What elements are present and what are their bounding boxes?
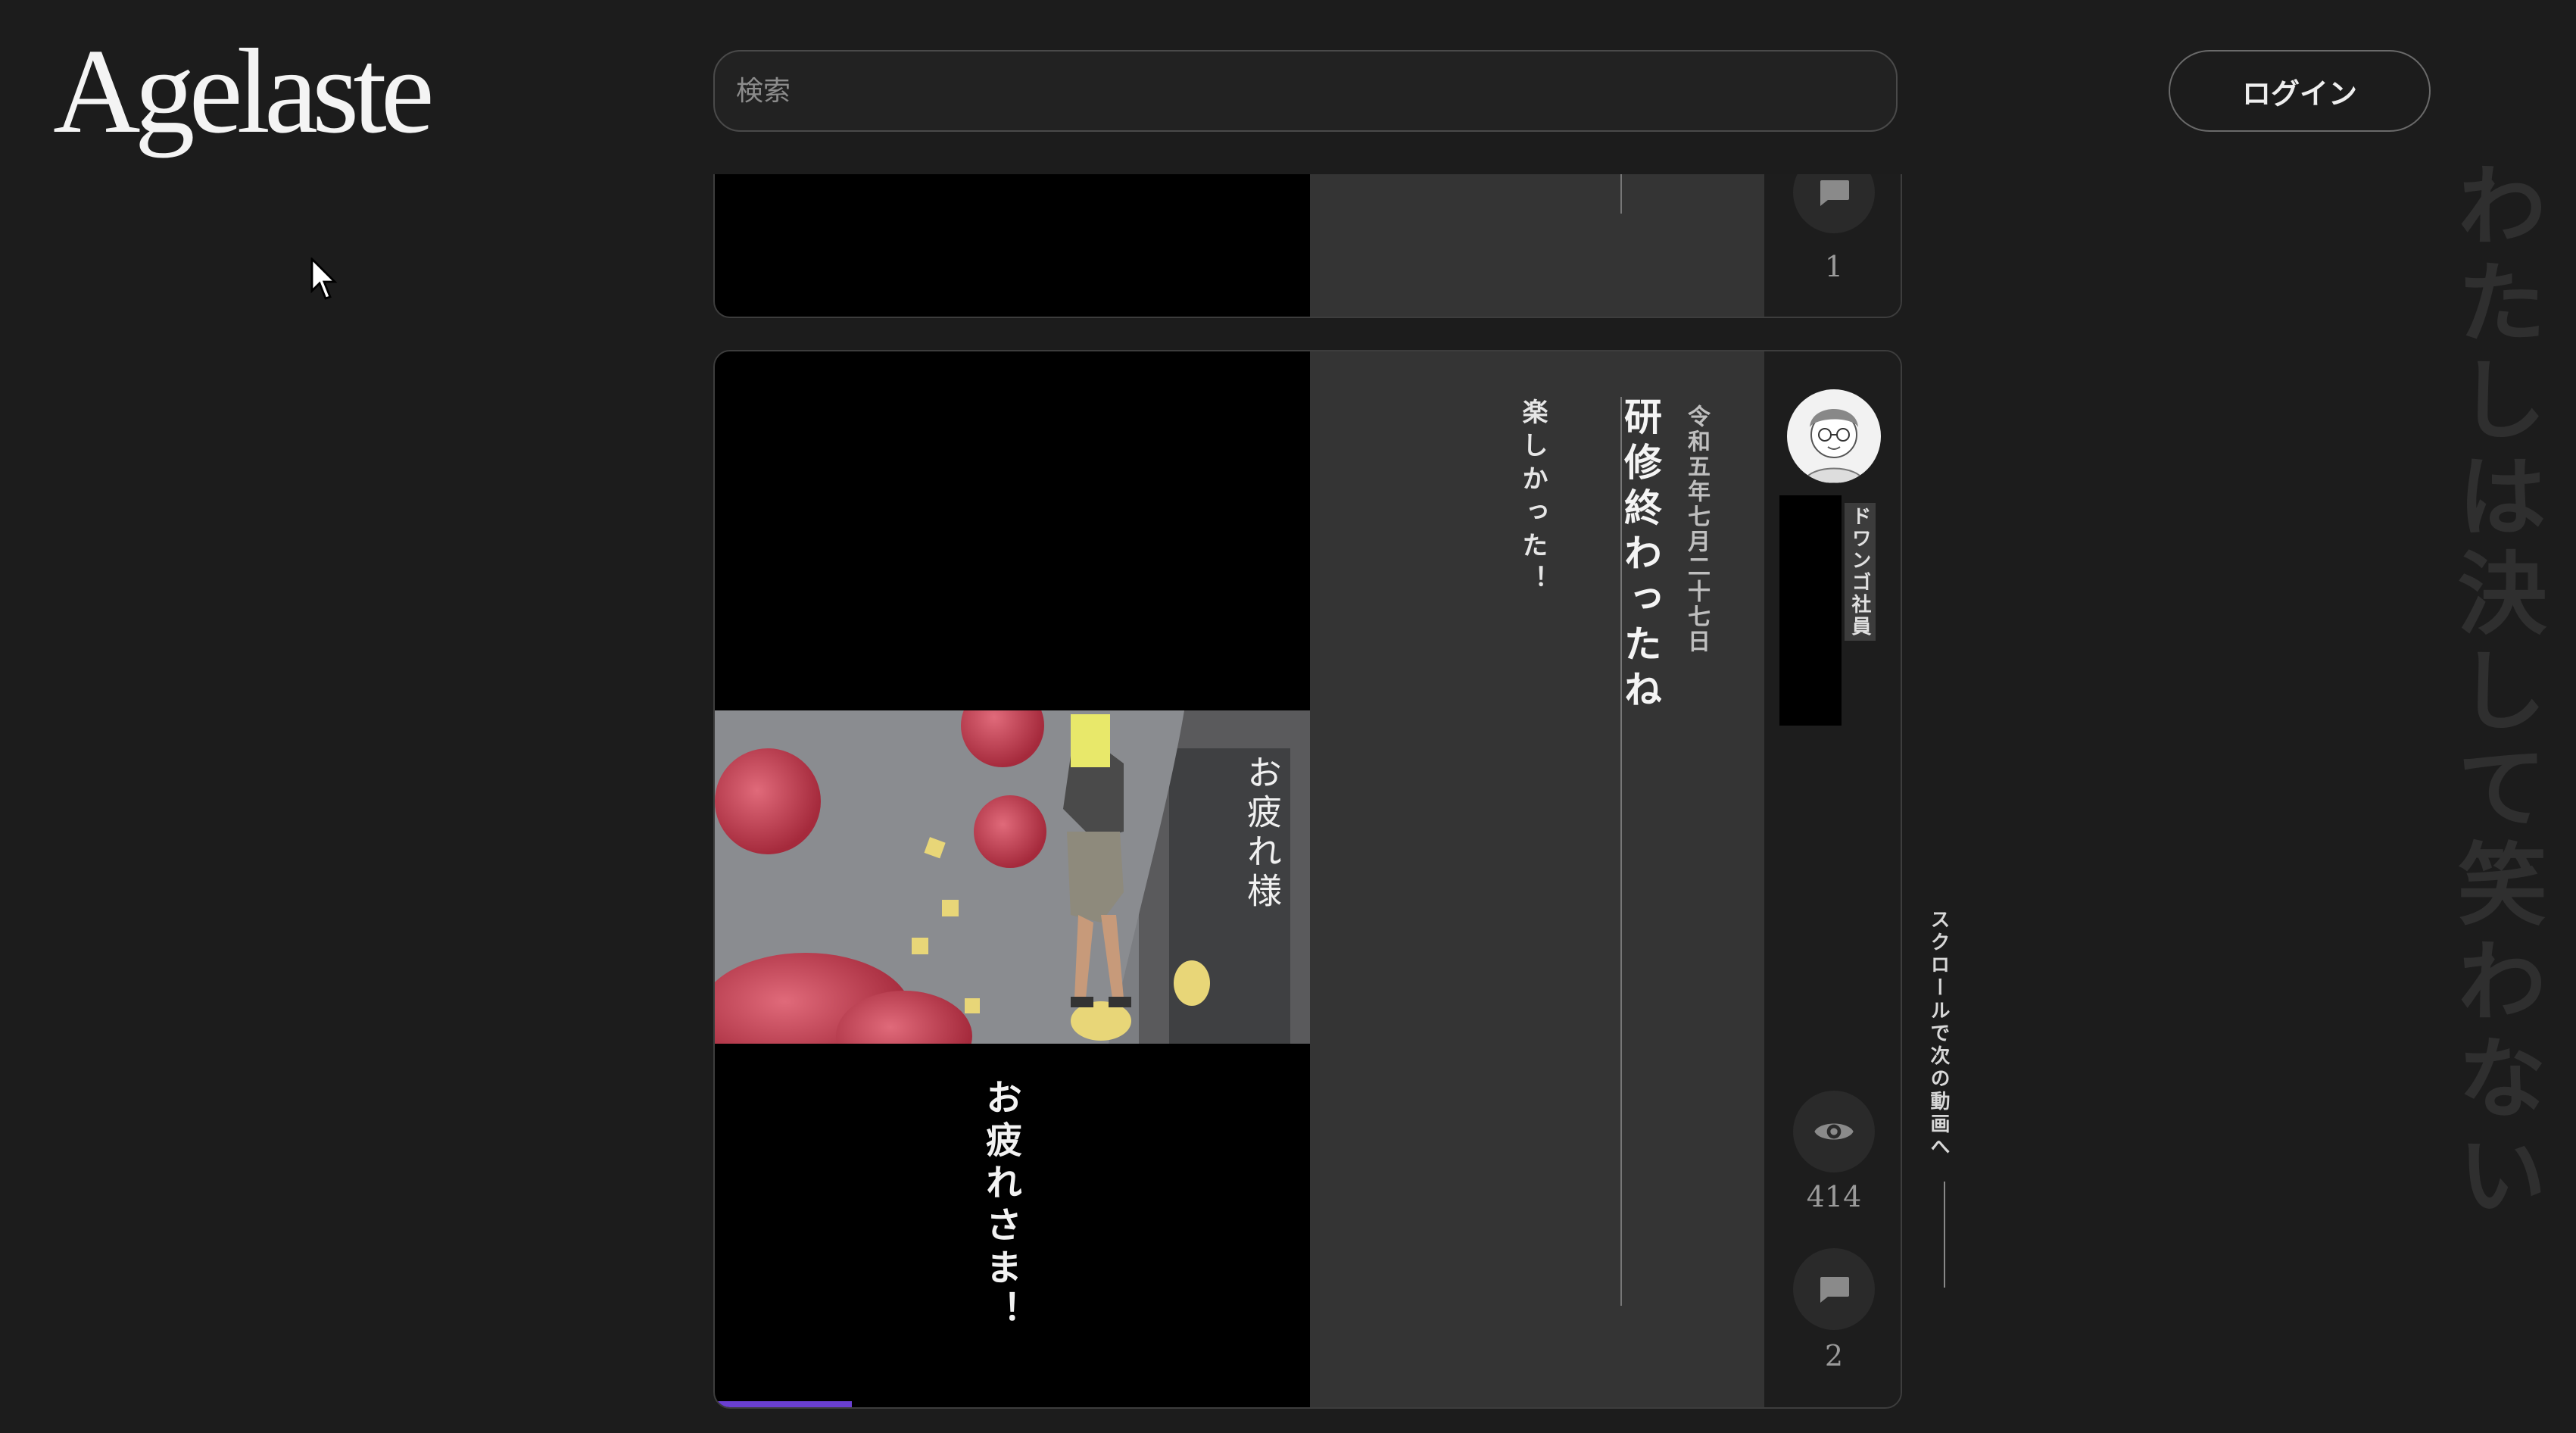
divider	[1620, 174, 1622, 214]
prev-post-card[interactable]: 1	[713, 174, 1902, 318]
view-count: 414	[1806, 1180, 1862, 1213]
post-body: 楽しかった！	[1517, 398, 1548, 598]
prev-video[interactable]	[715, 174, 1310, 317]
prev-side-actions: 1	[1764, 174, 1901, 317]
tagline: わたしは決して笑わない	[2442, 159, 2547, 1225]
site-logo[interactable]: Agelaste	[53, 30, 435, 151]
comment-icon	[1820, 180, 1849, 206]
video-progress-bar[interactable]	[715, 1401, 852, 1407]
eye-icon	[1814, 1123, 1854, 1140]
login-button[interactable]: ログイン	[2169, 50, 2431, 132]
post-card[interactable]: お疲れ様 お疲れさま！ 令和五年七月二十七日 研修終わったね 楽しかった！ ドワ…	[713, 350, 1902, 1409]
prev-text-panel	[1310, 174, 1764, 317]
scroll-hint: スクロールで次の動画へ	[1927, 909, 1950, 1159]
view-count-button	[1793, 1091, 1875, 1172]
title-divider	[1620, 397, 1622, 1306]
mouse-cursor-icon	[310, 258, 338, 300]
overlay-caption-right: お疲れ様	[1242, 754, 1283, 912]
comment-count: 1	[1824, 250, 1844, 283]
author-name-redaction	[1779, 495, 1842, 726]
post-text-panel: 令和五年七月二十七日 研修終わったね 楽しかった！	[1310, 351, 1764, 1407]
video-frame-image: お疲れ様	[715, 710, 1310, 1044]
side-actions: ドワンゴ社員 414 2	[1764, 351, 1901, 1407]
video-player[interactable]: お疲れ様 お疲れさま！	[715, 351, 1310, 1407]
scroll-hint-line	[1944, 1182, 1945, 1288]
comment-icon	[1820, 1277, 1849, 1303]
post-date: 令和五年七月二十七日	[1683, 404, 1710, 654]
comment-button[interactable]	[1793, 174, 1875, 233]
comment-count: 2	[1824, 1339, 1844, 1372]
avatar[interactable]	[1787, 389, 1881, 483]
author-name[interactable]: ドワンゴ社員	[1845, 503, 1876, 641]
overlay-caption-bottom: お疲れさま！	[979, 1079, 1021, 1333]
comment-button[interactable]	[1793, 1248, 1875, 1330]
search-input[interactable]	[713, 50, 1898, 132]
